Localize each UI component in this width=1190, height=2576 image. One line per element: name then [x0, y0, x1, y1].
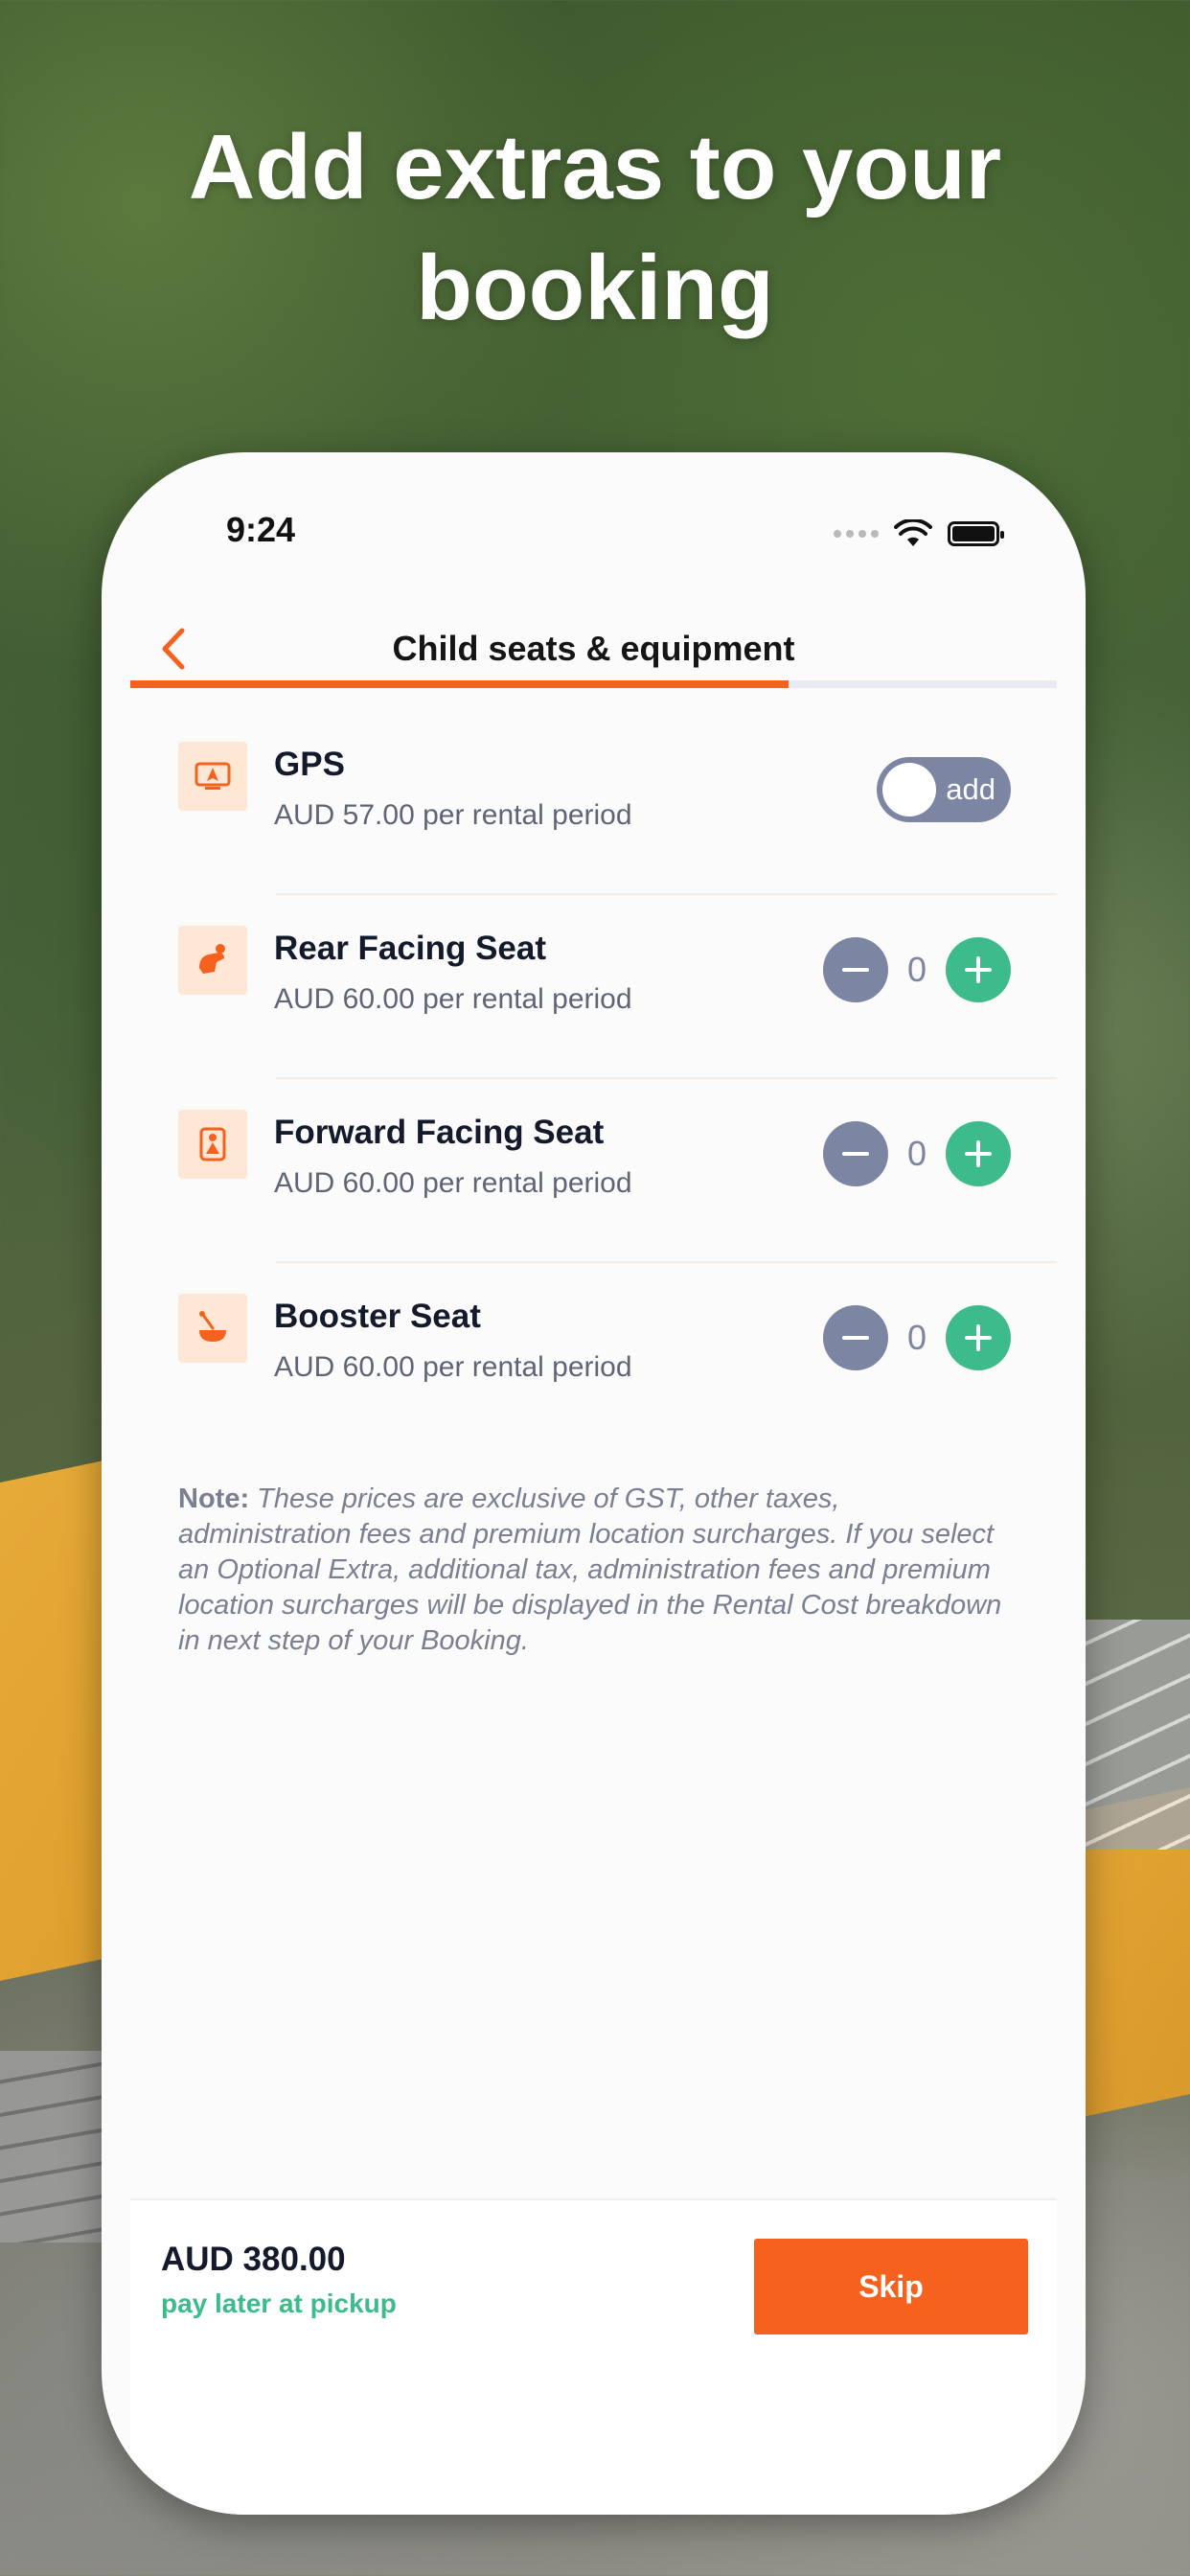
note-text: These prices are exclusive of GST, other…	[178, 1484, 1002, 1656]
minus-icon	[842, 968, 869, 972]
item-price: AUD 60.00 per rental period	[274, 983, 632, 1015]
list-item-booster-seat: Booster Seat AUD 60.00 per rental period…	[130, 1263, 1057, 1447]
wifi-icon	[894, 519, 932, 546]
quantity-stepper: 0	[823, 937, 1011, 1002]
skip-button[interactable]: Skip	[754, 2239, 1028, 2334]
status-time: 9:24	[226, 510, 296, 549]
status-icons	[834, 519, 1004, 548]
toggle-label: add	[946, 772, 995, 806]
plus-icon	[965, 1324, 992, 1351]
increase-button[interactable]	[946, 937, 1011, 1002]
booking-progress-fill	[130, 680, 789, 688]
item-title: Rear Facing Seat	[274, 930, 546, 967]
toggle-knob	[882, 763, 936, 816]
status-bar: 9:24	[102, 510, 1086, 567]
quantity-stepper: 0	[823, 1305, 1011, 1370]
list-item-gps: GPS AUD 57.00 per rental period add	[130, 711, 1057, 895]
note-label: Note:	[178, 1484, 250, 1514]
item-price: AUD 60.00 per rental period	[274, 1167, 632, 1199]
decrease-button[interactable]	[823, 1121, 888, 1186]
increase-button[interactable]	[946, 1121, 1011, 1186]
total-price: AUD 380.00	[161, 2241, 346, 2278]
increase-button[interactable]	[946, 1305, 1011, 1370]
plus-icon	[965, 1140, 992, 1167]
minus-icon	[842, 1152, 869, 1156]
minus-icon	[842, 1336, 869, 1340]
list-item-rear-facing-seat: Rear Facing Seat AUD 60.00 per rental pe…	[130, 895, 1057, 1079]
item-price: AUD 57.00 per rental period	[274, 799, 632, 831]
cellular-signal-icon	[834, 530, 879, 538]
item-title: GPS	[274, 746, 345, 783]
extras-list: GPS AUD 57.00 per rental period add Rear…	[130, 711, 1057, 1447]
quantity-stepper: 0	[823, 1121, 1011, 1186]
item-title: Forward Facing Seat	[274, 1114, 605, 1151]
list-item-forward-facing-seat: Forward Facing Seat AUD 60.00 per rental…	[130, 1079, 1057, 1263]
phone-frame: 9:24 Child seats & equipment GPS AUD 57.…	[102, 452, 1086, 2515]
decrease-button[interactable]	[823, 937, 888, 1002]
page-title: Child seats & equipment	[392, 629, 795, 668]
gps-device-icon	[178, 742, 247, 811]
gps-add-toggle[interactable]: add	[877, 757, 1011, 822]
forward-facing-seat-icon	[178, 1110, 247, 1179]
promo-headline: Add extras to your booking	[188, 116, 1002, 339]
decrease-button[interactable]	[823, 1305, 888, 1370]
rear-facing-seat-icon	[178, 926, 247, 995]
booking-progress-bar	[130, 680, 1057, 688]
quantity-value: 0	[906, 950, 927, 989]
payment-note: pay later at pickup	[161, 2288, 397, 2318]
quantity-value: 0	[906, 1318, 927, 1357]
item-price: AUD 60.00 per rental period	[274, 1351, 632, 1383]
booster-seat-icon	[178, 1294, 247, 1363]
item-title: Booster Seat	[274, 1298, 481, 1335]
quantity-value: 0	[906, 1134, 927, 1173]
booking-footer: AUD 380.00 pay later at pickup Skip	[130, 2198, 1057, 2515]
plus-icon	[965, 956, 992, 983]
pricing-note: Note: These prices are exclusive of GST,…	[178, 1482, 1009, 1659]
battery-icon	[948, 521, 1004, 546]
